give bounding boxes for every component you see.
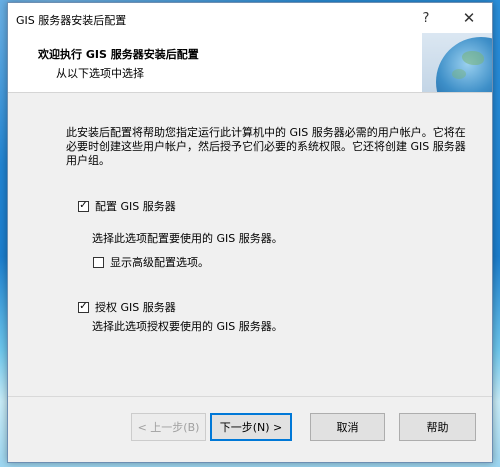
header-subtitle: 从以下选项中选择	[56, 67, 144, 80]
configure-gis-server-checkbox[interactable]: ✓	[78, 200, 89, 212]
advanced-options-label: 显示高级配置选项。	[110, 256, 209, 269]
help-button[interactable]: 帮助	[399, 413, 476, 441]
wizard-header: 欢迎执行 GIS 服务器安装后配置 从以下选项中选择	[8, 33, 492, 93]
advanced-options-checkbox[interactable]	[93, 256, 104, 268]
advanced-options-option[interactable]: 显示高级配置选项。	[93, 254, 209, 270]
window-title: GIS 服务器安装后配置	[16, 14, 127, 27]
authorize-description: 选择此选项授权要使用的 GIS 服务器。	[92, 320, 283, 333]
authorize-gis-server-checkbox[interactable]: ✓	[78, 301, 89, 313]
configure-gis-server-label: 配置 GIS 服务器	[95, 200, 176, 213]
title-bar: GIS 服务器安装后配置 ? ✕	[8, 3, 492, 33]
cancel-button[interactable]: 取消	[310, 413, 385, 441]
authorize-gis-server-option[interactable]: ✓ 授权 GIS 服务器	[78, 299, 176, 315]
close-icon[interactable]: ✕	[449, 3, 489, 33]
wizard-footer: < 上一步(B) 下一步(N) > 取消 帮助	[8, 396, 492, 464]
configure-gis-server-option[interactable]: ✓ 配置 GIS 服务器	[78, 198, 176, 214]
configure-description: 选择此选项配置要使用的 GIS 服务器。	[92, 232, 283, 245]
next-button[interactable]: 下一步(N) >	[210, 413, 292, 441]
header-title: 欢迎执行 GIS 服务器安装后配置	[38, 48, 199, 61]
help-icon[interactable]: ?	[406, 3, 446, 33]
back-button[interactable]: < 上一步(B)	[131, 413, 206, 441]
setup-dialog: GIS 服务器安装后配置 ? ✕ 欢迎执行 GIS 服务器安装后配置 从以下选项…	[7, 2, 493, 463]
authorize-gis-server-label: 授权 GIS 服务器	[95, 301, 176, 314]
intro-text: 此安装后配置将帮助您指定运行此计算机中的 GIS 服务器必需的用户帐户。它将在必…	[66, 126, 466, 167]
globe-icon	[422, 33, 492, 92]
wizard-content: 此安装后配置将帮助您指定运行此计算机中的 GIS 服务器必需的用户帐户。它将在必…	[8, 94, 492, 396]
